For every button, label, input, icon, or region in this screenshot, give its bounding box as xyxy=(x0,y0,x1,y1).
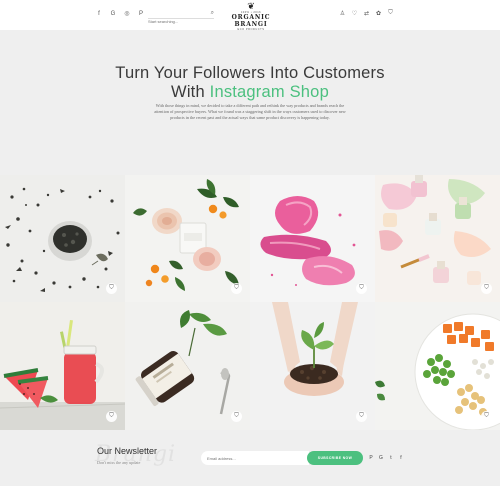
instagram-tile-nail-polish[interactable]: ⛉ xyxy=(375,175,500,302)
hero-description: With those things in mind, we decided to… xyxy=(154,103,346,120)
newsletter-social-links: P G t f xyxy=(368,455,404,461)
instagram-grid: ⛉ ⛉ ⛉ ⛉ ⛉ ⛉ ⛉ ⛉ xyxy=(0,175,500,430)
add-to-cart-icon[interactable]: ⛉ xyxy=(356,283,367,294)
google-plus-icon[interactable]: G xyxy=(378,455,384,461)
instagram-tile-jar[interactable]: ⛉ xyxy=(125,302,250,430)
instagram-tile-seedling[interactable]: ⛉ xyxy=(250,302,375,430)
add-to-cart-icon[interactable]: ⛉ xyxy=(231,411,242,422)
instagram-tile-vegetables[interactable]: ⛉ xyxy=(375,302,500,430)
pinterest-icon[interactable]: P xyxy=(137,10,145,18)
herb-jar-image xyxy=(125,302,250,430)
newsletter-subtitle: Don't miss the any update xyxy=(97,460,141,465)
heart-icon[interactable]: ♡ xyxy=(351,10,358,17)
search-icon[interactable]: ⌕ xyxy=(211,10,214,17)
add-to-cart-icon[interactable]: ⛉ xyxy=(356,411,367,422)
pinterest-icon[interactable]: P xyxy=(368,455,374,461)
add-to-cart-icon[interactable]: ⛉ xyxy=(481,283,492,294)
add-to-cart-icon[interactable]: ⛉ xyxy=(231,283,242,294)
wishlist-icon[interactable]: ✿ xyxy=(375,10,382,17)
header-search: ⌕ xyxy=(148,10,214,26)
instagram-tile-tea[interactable]: ⛉ xyxy=(0,175,125,302)
add-to-cart-icon[interactable]: ⛉ xyxy=(106,411,117,422)
subscribe-button[interactable]: SUBSCRIBE NOW xyxy=(307,451,363,465)
header-social-links: f G ◎ P xyxy=(95,10,145,18)
pink-makeup-image xyxy=(250,175,375,302)
google-plus-icon[interactable]: G xyxy=(109,10,117,18)
add-to-cart-icon[interactable]: ⛉ xyxy=(481,411,492,422)
nail-polish-image xyxy=(375,175,500,302)
cart-icon[interactable]: ⛉ xyxy=(387,10,394,17)
facebook-icon[interactable]: f xyxy=(95,10,103,18)
search-input[interactable] xyxy=(148,17,204,26)
logo-name: ORGANIC BRANGI xyxy=(231,14,271,28)
leaf-logo-icon: ❦ xyxy=(247,1,255,11)
tea-leaves-image xyxy=(0,175,125,302)
header-actions: ♙ ♡ ⇄ ✿ ⛉ xyxy=(339,10,394,17)
newsletter-section: Brangi Our Newsletter Don't miss the any… xyxy=(0,430,500,486)
newsletter-title: Our Newsletter xyxy=(97,446,158,456)
hero-title-accent: Instagram Shop xyxy=(209,83,329,101)
instagram-tile-watermelon[interactable]: ⛉ xyxy=(0,302,125,430)
watermelon-juice-image xyxy=(0,302,125,430)
hero-title-line1: Turn Your Followers Into Customers xyxy=(115,64,385,82)
seedling-hands-image xyxy=(250,302,375,430)
site-header: f G ◎ P ⌕ ❦ 100% • 2016 ORGANIC BRANGI E… xyxy=(0,0,500,32)
user-icon[interactable]: ♙ xyxy=(339,10,346,17)
instagram-tile-candle[interactable]: ⛉ xyxy=(125,175,250,302)
hero-section: Turn Your Followers Into Customers With … xyxy=(0,30,500,175)
footer-strip xyxy=(0,486,500,500)
instagram-icon[interactable]: ◎ xyxy=(123,10,131,18)
hero-title: Turn Your Followers Into Customers With … xyxy=(0,64,500,102)
add-to-cart-icon[interactable]: ⛉ xyxy=(106,283,117,294)
candle-flowers-image xyxy=(125,175,250,302)
compare-icon[interactable]: ⇄ xyxy=(363,10,370,17)
facebook-icon[interactable]: f xyxy=(398,455,404,461)
email-field[interactable] xyxy=(201,451,309,465)
instagram-tile-makeup[interactable]: ⛉ xyxy=(250,175,375,302)
site-logo[interactable]: ❦ 100% • 2016 ORGANIC BRANGI ECO PRODUCT… xyxy=(226,1,276,32)
twitter-icon[interactable]: t xyxy=(388,455,394,461)
vegetable-plate-image xyxy=(375,302,500,430)
hero-title-with: With xyxy=(171,83,205,101)
